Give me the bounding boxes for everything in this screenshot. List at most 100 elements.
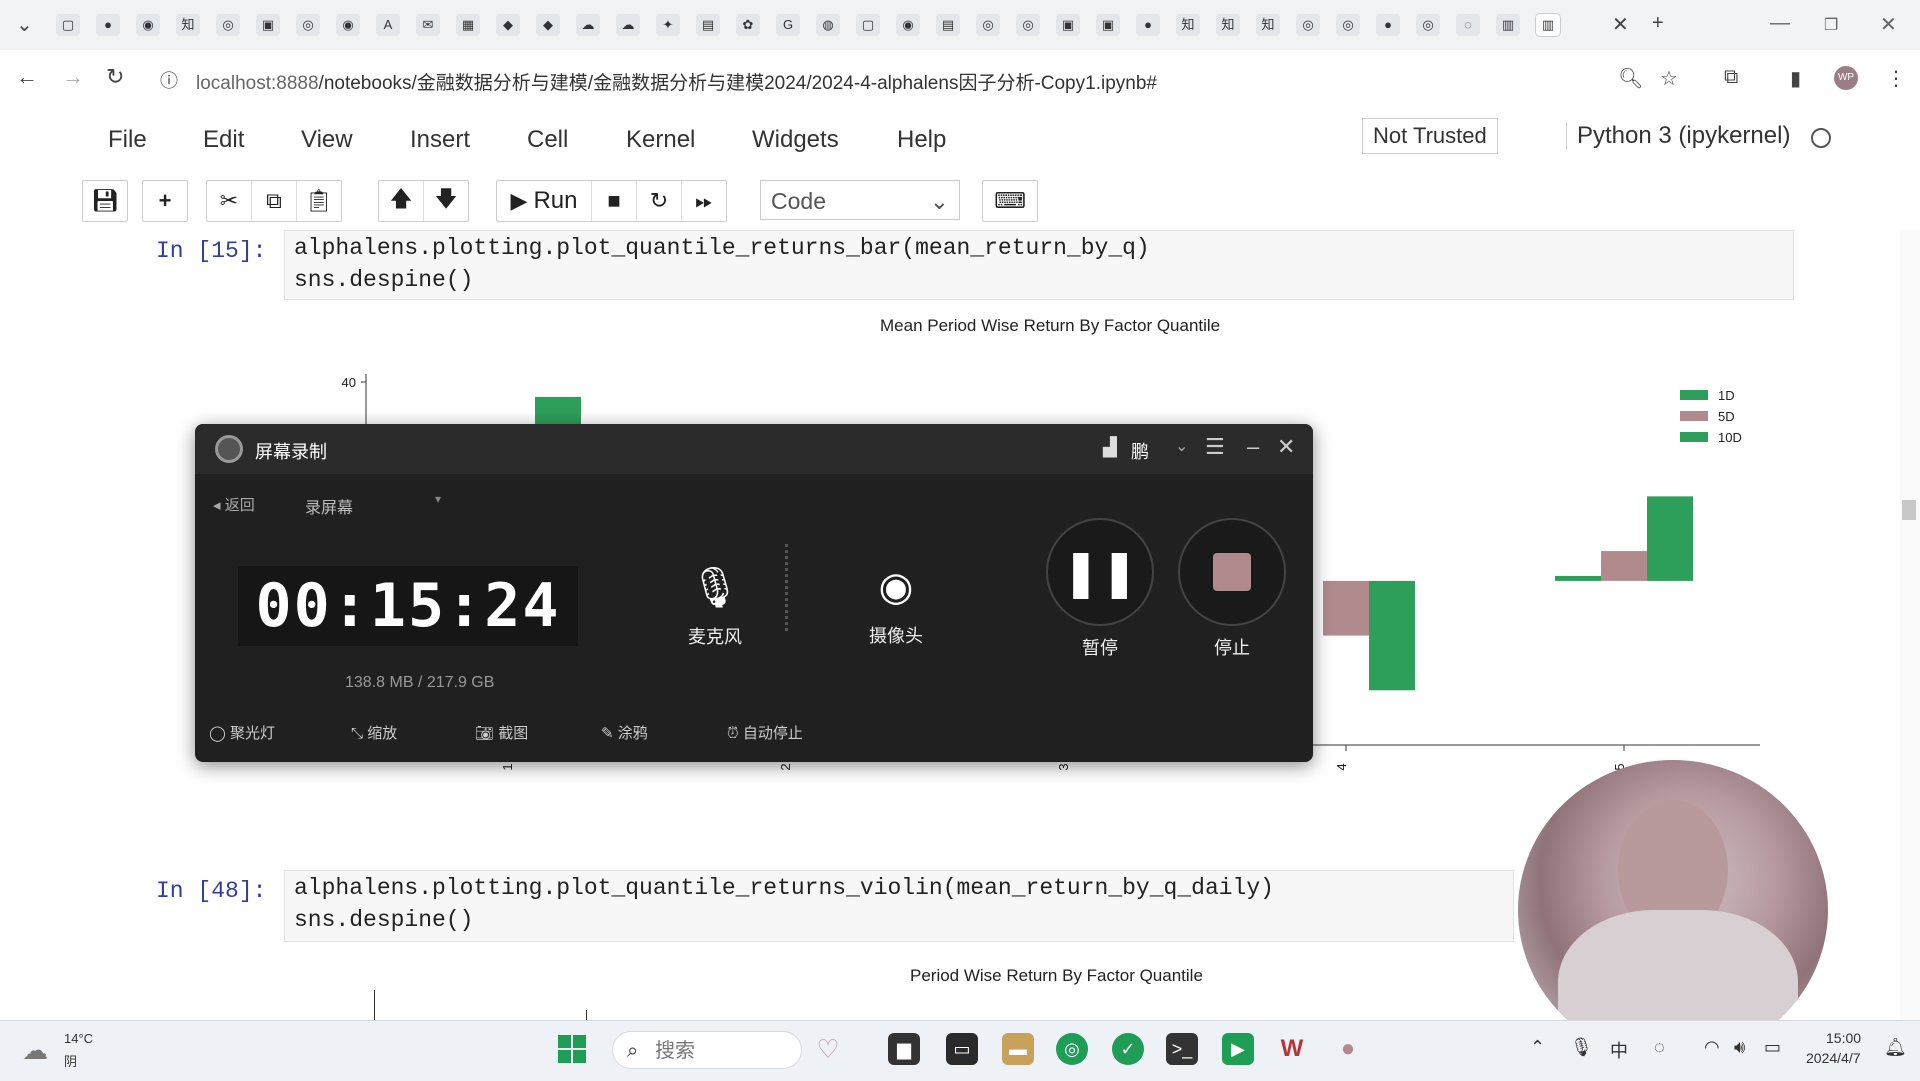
app-terminal-icon[interactable]: ▭: [946, 1033, 978, 1065]
site-info-icon[interactable]: ⓘ: [160, 67, 178, 93]
menu-cell[interactable]: Cell: [527, 126, 568, 154]
scrollbar-thumb[interactable]: [1902, 500, 1916, 520]
back-arrow-icon[interactable]: ←: [16, 64, 38, 90]
restore-window-icon[interactable]: ❐: [1824, 15, 1838, 35]
browser-tab[interactable]: ◉: [336, 14, 360, 36]
taskbar-search[interactable]: ⌕ 搜索: [612, 1031, 802, 1069]
browser-tab[interactable]: ▣: [1096, 14, 1120, 36]
mode-select[interactable]: 录屏幕: [305, 494, 353, 518]
cell-code[interactable]: alphalens.plotting.plot_quantile_returns…: [294, 872, 1274, 936]
user-avatar-icon[interactable]: ▟: [1103, 437, 1117, 458]
menu-file[interactable]: File: [108, 126, 147, 154]
minimize-icon[interactable]: –: [1247, 434, 1259, 460]
volume-icon[interactable]: 🔊︎: [1734, 1037, 1745, 1058]
spotlight-tool[interactable]: ◯ 聚光灯: [209, 722, 275, 743]
interrupt-icon[interactable]: ■: [592, 181, 637, 221]
close-window-icon[interactable]: ✕: [1880, 12, 1897, 37]
browser-tab[interactable]: ◎: [1416, 14, 1440, 36]
weather-temp[interactable]: 14°C: [64, 1031, 93, 1046]
zoom-tool[interactable]: ⤡ 缩放: [351, 722, 397, 743]
kernel-name[interactable]: Python 3 (ipykernel): [1566, 122, 1790, 150]
cell-code[interactable]: alphalens.plotting.plot_quantile_returns…: [294, 232, 1150, 296]
browser-tab[interactable]: 知: [1216, 14, 1240, 36]
tab-search-chevron-icon[interactable]: ⌄: [16, 12, 33, 37]
mode-dropdown-icon[interactable]: ▾: [435, 492, 441, 506]
cut-icon[interactable]: ✂: [207, 181, 252, 221]
move-up-icon[interactable]: 🡅: [379, 181, 424, 221]
back-link[interactable]: ◂ 返回: [213, 494, 255, 515]
start-windows-icon[interactable]: [556, 1033, 588, 1065]
menu-help[interactable]: Help: [897, 126, 946, 154]
tray-chevron-icon[interactable]: ⌃: [1530, 1037, 1545, 1058]
browser-tab[interactable]: ▤: [696, 14, 720, 36]
move-down-icon[interactable]: 🡇: [424, 181, 468, 221]
browser-tab[interactable]: ▦: [456, 14, 480, 36]
browser-tab[interactable]: ▥: [1536, 14, 1560, 36]
browser-tab[interactable]: ●: [1376, 14, 1400, 36]
restart-icon[interactable]: ↻: [637, 181, 682, 221]
menu-icon[interactable]: ☰: [1205, 434, 1225, 460]
browser-tab[interactable]: ◎: [216, 14, 240, 36]
app-v-icon[interactable]: ✓: [1112, 1033, 1144, 1065]
browser-tab[interactable]: ✉: [416, 14, 440, 36]
menu-edit[interactable]: Edit: [203, 126, 244, 154]
battery-icon[interactable]: ▭: [1764, 1037, 1781, 1058]
browser-tab[interactable]: ◉: [136, 14, 160, 36]
browser-tab[interactable]: ▣: [1056, 14, 1080, 36]
browser-tab[interactable]: ◉: [896, 14, 920, 36]
microphone-button[interactable]: 🎙︎ 麦克风: [675, 564, 755, 649]
doodle-tool[interactable]: ✎ 涂鸦: [601, 722, 648, 743]
stop-button[interactable]: 停止: [1177, 518, 1287, 660]
recorder-user[interactable]: 鹏: [1131, 438, 1149, 464]
menu-insert[interactable]: Insert: [410, 126, 470, 154]
menu-widgets[interactable]: Widgets: [752, 126, 839, 154]
clock-time[interactable]: 15:00: [1826, 1030, 1861, 1046]
microphone-tray-icon[interactable]: 🎙︎: [1570, 1037, 1593, 1058]
browser-tab[interactable]: ◌: [1456, 14, 1480, 36]
extensions-icon[interactable]: ⧉: [1724, 66, 1738, 89]
save-icon[interactable]: 💾︎: [83, 181, 127, 221]
reload-icon[interactable]: ↻: [106, 64, 124, 90]
browser-tab[interactable]: ▣: [256, 14, 280, 36]
browser-tab[interactable]: ●: [96, 14, 120, 36]
cell-type-select[interactable]: Code ⌄: [760, 180, 960, 220]
browser-tab[interactable]: ◎: [296, 14, 320, 36]
camera-button[interactable]: ◉ 摄像头: [851, 564, 941, 648]
url-field[interactable]: localhost:8888/notebooks/金融数据分析与建模/金融数据分…: [196, 68, 1157, 95]
browser-tab[interactable]: ◎: [976, 14, 1000, 36]
bookmark-star-icon[interactable]: ☆: [1660, 66, 1678, 91]
browser-tab[interactable]: 知: [1176, 14, 1200, 36]
screenshot-tool[interactable]: 📷︎ 截图: [475, 722, 528, 743]
profile-avatar[interactable]: WP: [1834, 66, 1858, 90]
keyboard-icon[interactable]: ⌨: [983, 181, 1037, 221]
chevron-down-icon[interactable]: ⌄: [1175, 436, 1188, 456]
recorder-titlebar[interactable]: 屏幕录制 ▟ 鹏 ⌄ ☰ – ✕: [195, 424, 1313, 474]
restart-run-all-icon[interactable]: ⏩︎: [682, 181, 726, 221]
ime-icon[interactable]: 中: [1610, 1037, 1628, 1063]
browser-tab[interactable]: A: [376, 14, 400, 36]
notebook-scrollbar[interactable]: [1900, 230, 1920, 1020]
new-tab-button[interactable]: +: [1652, 12, 1664, 35]
browser-tab[interactable]: ▢: [856, 14, 880, 36]
browser-tab[interactable]: ◎: [1336, 14, 1360, 36]
sidebar-icon[interactable]: ▮: [1790, 66, 1801, 91]
browser-menu-icon[interactable]: ⋮: [1886, 66, 1906, 91]
app-console-icon[interactable]: >_: [1166, 1033, 1198, 1065]
pause-button[interactable]: ❚❚ 暂停: [1045, 518, 1155, 660]
minimize-window-icon[interactable]: —: [1770, 12, 1790, 35]
app-play-icon[interactable]: ▶: [1222, 1033, 1254, 1065]
browser-tab[interactable]: ▥: [1496, 14, 1520, 36]
zoom-icon[interactable]: 🔍︎: [1618, 66, 1643, 91]
clock-date[interactable]: 2024/4/7: [1806, 1050, 1861, 1066]
browser-tab[interactable]: ●: [1136, 14, 1160, 36]
browser-tab[interactable]: G: [776, 14, 800, 36]
run-button[interactable]: ▶ Run: [497, 181, 592, 221]
browser-tab[interactable]: 知: [176, 14, 200, 36]
browser-tab[interactable]: ◆: [496, 14, 520, 36]
file-explorer-icon[interactable]: ▬: [1002, 1033, 1034, 1065]
insert-cell-icon[interactable]: +: [143, 181, 187, 221]
browser-tab[interactable]: ▢: [56, 14, 80, 36]
close-tab-icon[interactable]: ✕: [1612, 12, 1629, 37]
browser-tab[interactable]: ✿: [736, 14, 760, 36]
browser-tab[interactable]: ◎: [1016, 14, 1040, 36]
